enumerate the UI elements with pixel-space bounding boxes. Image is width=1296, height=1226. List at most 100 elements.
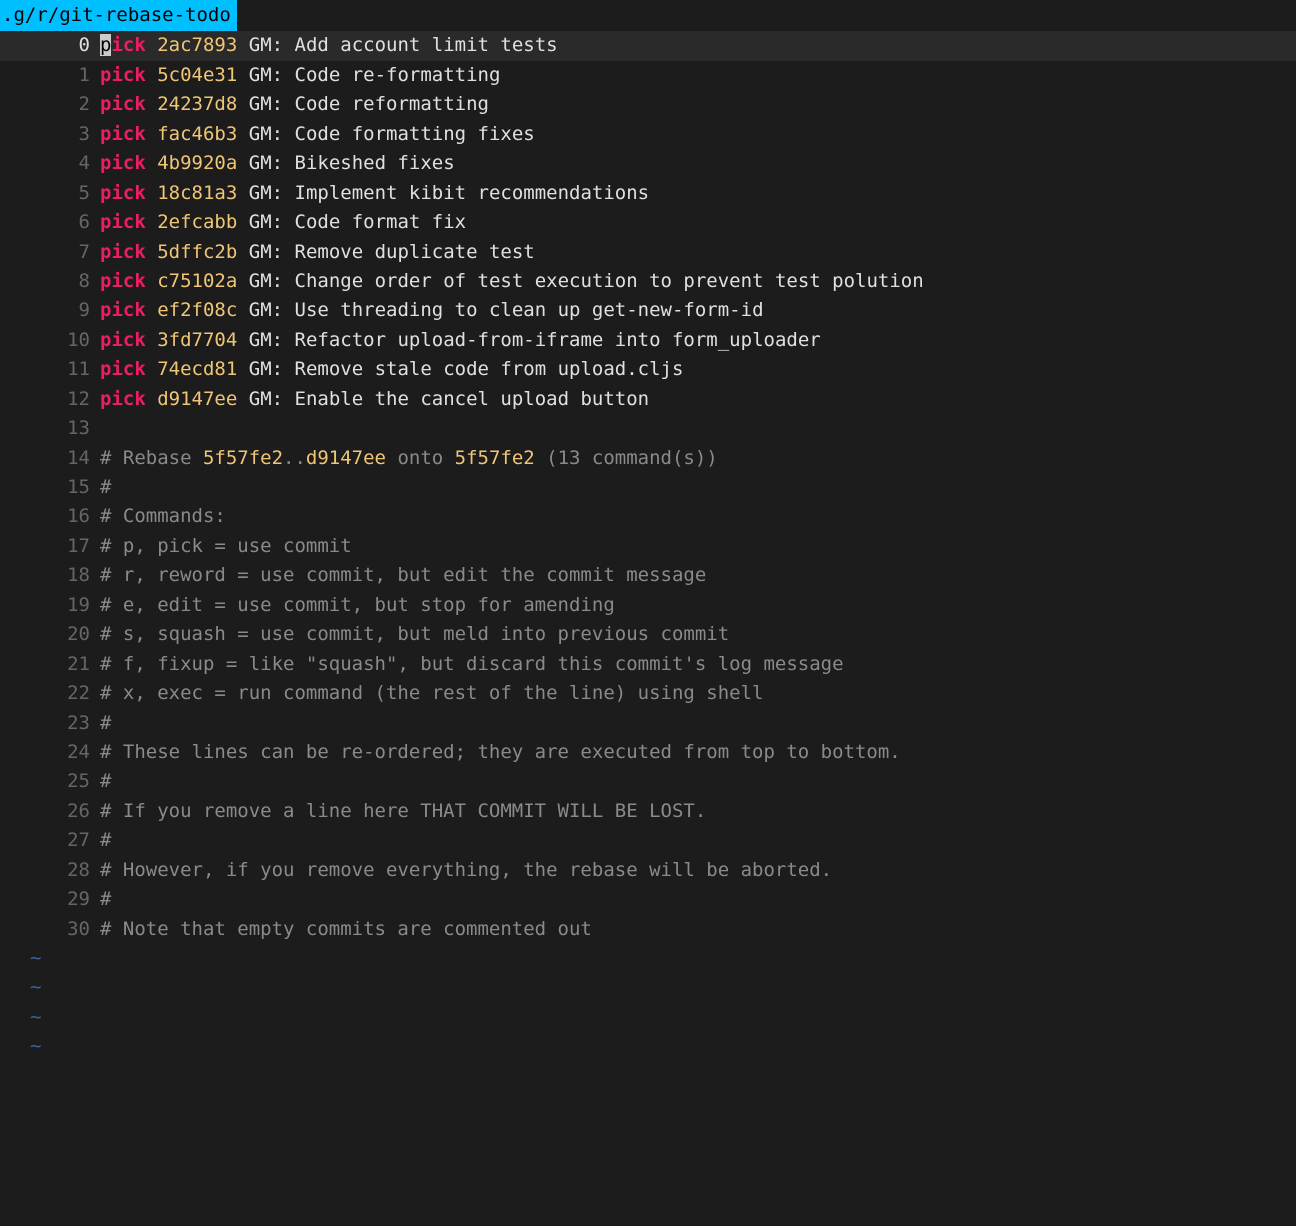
line-content: # r, reword = use commit, but edit the c… <box>100 561 1296 590</box>
rebase-command: pick <box>100 299 146 321</box>
comment-line[interactable]: 18# r, reword = use commit, but edit the… <box>0 561 1296 590</box>
line-content: # These lines can be re-ordered; they ar… <box>100 738 1296 767</box>
editor-area[interactable]: 0pick 2ac7893 GM: Add account limit test… <box>0 31 1296 1061</box>
rebase-command: pick <box>100 358 146 380</box>
file-tab[interactable]: .g/r/git-rebase-todo <box>0 0 237 31</box>
rebase-command: pick <box>100 211 146 233</box>
commit-line[interactable]: 5pick 18c81a3 GM: Implement kibit recomm… <box>0 179 1296 208</box>
line-number: 7 <box>0 238 100 267</box>
commit-line[interactable]: 12pick d9147ee GM: Enable the cancel upl… <box>0 385 1296 414</box>
line-content: # e, edit = use commit, but stop for ame… <box>100 591 1296 620</box>
comment-line[interactable]: 29# <box>0 885 1296 914</box>
commit-line[interactable]: 4pick 4b9920a GM: Bikeshed fixes <box>0 149 1296 178</box>
comment-line[interactable]: 28# However, if you remove everything, t… <box>0 856 1296 885</box>
line-content: pick 3fd7704 GM: Refactor upload-from-if… <box>100 326 1296 355</box>
commit-line[interactable]: 3pick fac46b3 GM: Code formatting fixes <box>0 120 1296 149</box>
line-content: # x, exec = run command (the rest of the… <box>100 679 1296 708</box>
commit-line[interactable]: 9pick ef2f08c GM: Use threading to clean… <box>0 296 1296 325</box>
rebase-command: pick <box>100 241 146 263</box>
line-content <box>100 414 1296 443</box>
commit-line[interactable]: 0pick 2ac7893 GM: Add account limit test… <box>0 31 1296 60</box>
rebase-command: pick <box>100 93 146 115</box>
comment-line[interactable]: 27# <box>0 826 1296 855</box>
line-number: 16 <box>0 502 100 531</box>
line-content: pick ef2f08c GM: Use threading to clean … <box>100 296 1296 325</box>
rebase-command: pick <box>100 270 146 292</box>
commit-message: GM: Implement kibit recommendations <box>249 182 649 204</box>
line-content: pick 24237d8 GM: Code reformatting <box>100 90 1296 119</box>
line-content: # Note that empty commits are commented … <box>100 915 1296 944</box>
line-number: 2 <box>0 90 100 119</box>
commit-hash: fac46b3 <box>157 123 237 145</box>
commit-message: GM: Refactor upload-from-iframe into for… <box>249 329 821 351</box>
commit-hash: 2ac7893 <box>157 34 237 56</box>
line-number: 28 <box>0 856 100 885</box>
line-content: # However, if you remove everything, the… <box>100 856 1296 885</box>
comment-line[interactable]: 13 <box>0 414 1296 443</box>
comment-line[interactable]: 14# Rebase 5f57fe2..d9147ee onto 5f57fe2… <box>0 444 1296 473</box>
commit-hash: 74ecd81 <box>157 358 237 380</box>
line-number: 22 <box>0 679 100 708</box>
commit-line[interactable]: 11pick 74ecd81 GM: Remove stale code fro… <box>0 355 1296 384</box>
comment-line[interactable]: 16# Commands: <box>0 502 1296 531</box>
commit-message: GM: Code re-formatting <box>249 64 501 86</box>
line-number: 5 <box>0 179 100 208</box>
comment-line[interactable]: 21# f, fixup = like "squash", but discar… <box>0 650 1296 679</box>
commit-line[interactable]: 6pick 2efcabb GM: Code format fix <box>0 208 1296 237</box>
comment-line[interactable]: 20# s, squash = use commit, but meld int… <box>0 620 1296 649</box>
commit-hash: c75102a <box>157 270 237 292</box>
commit-line[interactable]: 7pick 5dffc2b GM: Remove duplicate test <box>0 238 1296 267</box>
comment-line[interactable]: 19# e, edit = use commit, but stop for a… <box>0 591 1296 620</box>
commit-line[interactable]: 2pick 24237d8 GM: Code reformatting <box>0 90 1296 119</box>
commit-hash: ef2f08c <box>157 299 237 321</box>
line-number: 12 <box>0 385 100 414</box>
commit-message: GM: Bikeshed fixes <box>249 152 455 174</box>
rebase-command: pick <box>100 152 146 174</box>
line-content: pick 4b9920a GM: Bikeshed fixes <box>100 149 1296 178</box>
line-number: 17 <box>0 532 100 561</box>
commit-hash: 5dffc2b <box>157 241 237 263</box>
commit-hash: d9147ee <box>157 388 237 410</box>
line-number: 14 <box>0 444 100 473</box>
line-content: pick 2ac7893 GM: Add account limit tests <box>100 31 1296 60</box>
line-content: # <box>100 473 1296 502</box>
commit-message: GM: Remove duplicate test <box>249 241 535 263</box>
comment-line[interactable]: 26# If you remove a line here THAT COMMI… <box>0 797 1296 826</box>
line-content: pick 18c81a3 GM: Implement kibit recomme… <box>100 179 1296 208</box>
comment-line[interactable]: 23# <box>0 709 1296 738</box>
commit-line[interactable]: 8pick c75102a GM: Change order of test e… <box>0 267 1296 296</box>
comment-line[interactable]: 17# p, pick = use commit <box>0 532 1296 561</box>
line-content: pick 2efcabb GM: Code format fix <box>100 208 1296 237</box>
commit-hash: 24237d8 <box>157 93 237 115</box>
line-content: # p, pick = use commit <box>100 532 1296 561</box>
line-content: # f, fixup = like "squash", but discard … <box>100 650 1296 679</box>
commit-line[interactable]: 1pick 5c04e31 GM: Code re-formatting <box>0 61 1296 90</box>
line-number: 13 <box>0 414 100 443</box>
line-number: 23 <box>0 709 100 738</box>
line-number: 15 <box>0 473 100 502</box>
line-content: # <box>100 767 1296 796</box>
line-number: 8 <box>0 267 100 296</box>
comment-line[interactable]: 22# x, exec = run command (the rest of t… <box>0 679 1296 708</box>
comment-line[interactable]: 15# <box>0 473 1296 502</box>
line-number: 10 <box>0 326 100 355</box>
line-content: # Commands: <box>100 502 1296 531</box>
commit-message: GM: Add account limit tests <box>249 34 558 56</box>
commit-line[interactable]: 10pick 3fd7704 GM: Refactor upload-from-… <box>0 326 1296 355</box>
commit-message: GM: Code reformatting <box>249 93 489 115</box>
line-number: 4 <box>0 149 100 178</box>
line-number: 0 <box>0 31 100 60</box>
comment-line[interactable]: 25# <box>0 767 1296 796</box>
commit-hash: 18c81a3 <box>157 182 237 204</box>
rebase-command: pick <box>100 64 146 86</box>
line-number: 18 <box>0 561 100 590</box>
commit-message: GM: Code formatting fixes <box>249 123 535 145</box>
comment-line[interactable]: 24# These lines can be re-ordered; they … <box>0 738 1296 767</box>
line-number: 26 <box>0 797 100 826</box>
line-content: pick 5dffc2b GM: Remove duplicate test <box>100 238 1296 267</box>
comment-line[interactable]: 30# Note that empty commits are commente… <box>0 915 1296 944</box>
commit-hash: 4b9920a <box>157 152 237 174</box>
rebase-command: pick <box>100 182 146 204</box>
rebase-command: pick <box>100 329 146 351</box>
commit-message: GM: Use threading to clean up get-new-fo… <box>249 299 764 321</box>
